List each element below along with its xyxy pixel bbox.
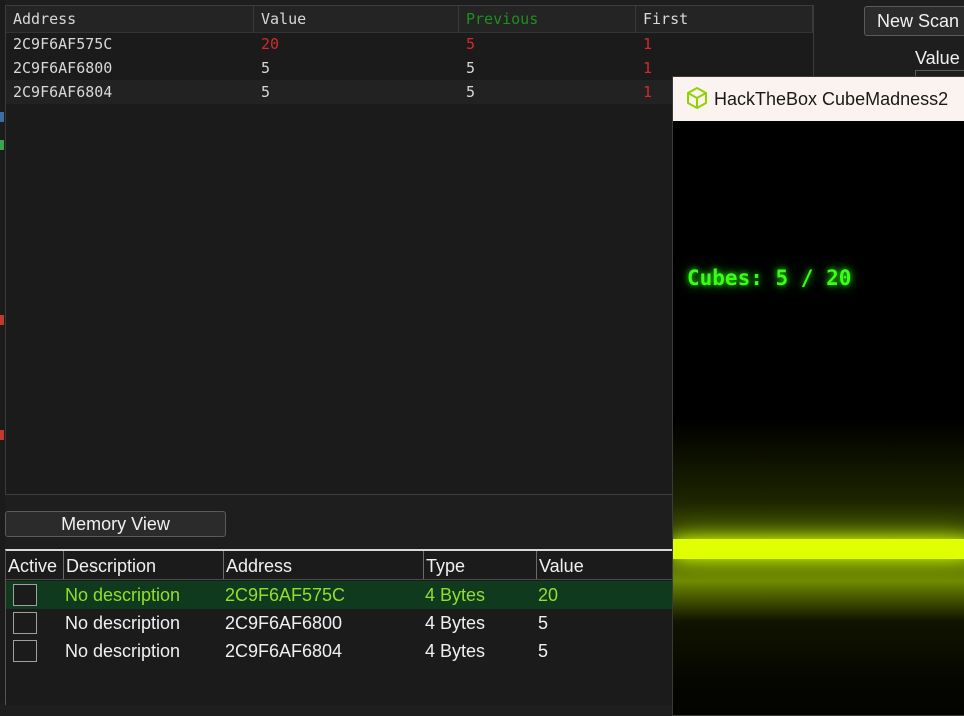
value-label: Value <box>915 48 960 68</box>
row-description: No description <box>65 613 181 633</box>
active-checkbox[interactable] <box>13 612 37 634</box>
strip-marker <box>0 112 4 122</box>
game-window-title: HackTheBox CubeMadness2 <box>714 89 949 109</box>
row-first: 1 <box>643 59 653 77</box>
address-list-row[interactable]: No description 2C9F6AF575C 4 Bytes 20 <box>6 581 686 609</box>
new-scan-button[interactable]: New Scan <box>864 6 964 36</box>
row-value: 5 <box>538 613 549 633</box>
cube-icon <box>685 86 709 110</box>
active-checkbox[interactable] <box>13 640 37 662</box>
row-type: 4 Bytes <box>425 641 486 661</box>
row-value: 5 <box>261 59 271 77</box>
game-titlebar[interactable]: HackTheBox CubeMadness2 <box>673 77 964 121</box>
row-address: 2C9F6AF575C <box>225 585 346 605</box>
column-first[interactable]: First <box>636 6 813 32</box>
scan-result-row[interactable]: 2C9F6AF575C 20 5 1 <box>6 32 813 56</box>
address-list[interactable]: Active Description Address Type Value No… <box>5 549 686 705</box>
row-type: 4 Bytes <box>425 613 486 633</box>
row-address: 2C9F6AF6804 <box>225 641 343 661</box>
strip-marker <box>0 430 4 440</box>
row-address: 2C9F6AF6804 <box>13 83 113 101</box>
memory-view-button[interactable]: Memory View <box>5 511 226 537</box>
column-value[interactable]: Value <box>254 6 459 32</box>
row-first: 1 <box>643 83 653 101</box>
row-address: 2C9F6AF575C <box>13 35 113 53</box>
strip-marker <box>0 315 4 325</box>
address-list-row[interactable]: No description 2C9F6AF6800 4 Bytes 5 <box>6 609 686 637</box>
row-previous: 5 <box>466 35 476 53</box>
scan-results-header: Address Value Previous First <box>6 6 813 33</box>
row-previous: 5 <box>466 59 476 77</box>
address-list-row[interactable]: No description 2C9F6AF6804 4 Bytes 5 <box>6 637 686 665</box>
column-description[interactable]: Description <box>64 551 224 579</box>
strip-marker <box>0 140 4 150</box>
row-address: 2C9F6AF6800 <box>13 59 113 77</box>
column-address[interactable]: Address <box>224 551 424 579</box>
column-address[interactable]: Address <box>6 6 254 32</box>
row-value: 20 <box>538 585 559 605</box>
row-value: 5 <box>538 641 549 661</box>
game-floor <box>673 539 964 559</box>
column-type[interactable]: Type <box>424 551 537 579</box>
game-canvas[interactable]: Cubes: 5 / 20 <box>673 121 964 715</box>
row-type: 4 Bytes <box>425 585 486 605</box>
column-value[interactable]: Value <box>537 551 686 579</box>
row-description: No description <box>65 641 181 661</box>
row-first: 1 <box>643 35 653 53</box>
game-window[interactable]: HackTheBox CubeMadness2 Cubes: 5 / 20 <box>672 76 964 716</box>
active-checkbox[interactable] <box>13 584 37 606</box>
column-previous[interactable]: Previous <box>459 6 636 32</box>
address-list-header: Active Description Address Type Value <box>6 551 686 580</box>
row-value: 5 <box>261 83 271 101</box>
row-value: 20 <box>261 35 280 53</box>
row-description: No description <box>65 585 181 605</box>
row-address: 2C9F6AF6800 <box>225 613 343 633</box>
cubes-counter: Cubes: 5 / 20 <box>687 266 852 290</box>
row-previous: 5 <box>466 83 476 101</box>
column-active[interactable]: Active <box>6 551 64 579</box>
